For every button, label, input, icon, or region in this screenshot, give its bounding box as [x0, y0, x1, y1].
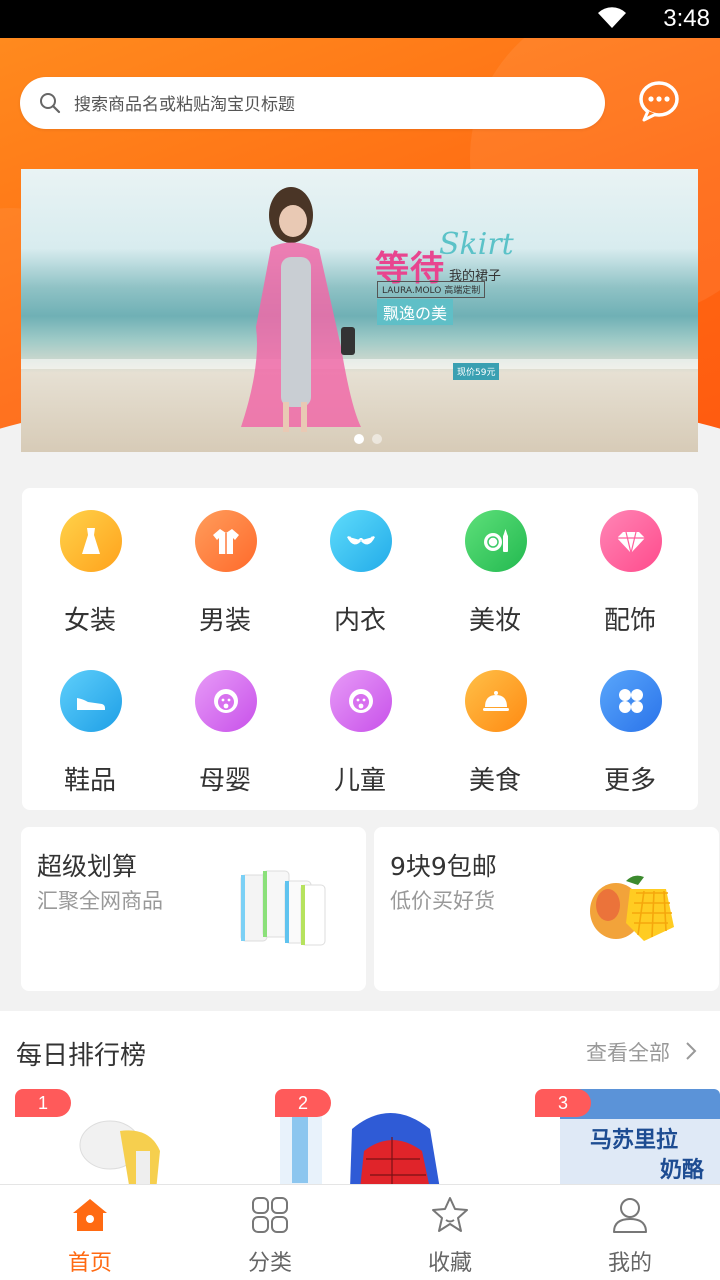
category-label: 内衣 [333, 606, 386, 636]
dress-icon [60, 510, 122, 572]
ranking-item[interactable]: 2 [260, 1089, 500, 1184]
star-icon [432, 1197, 468, 1232]
baby-icon [195, 670, 257, 732]
search-icon [40, 93, 61, 114]
tab-label: 我的 [607, 1251, 652, 1276]
category-more[interactable]: 更多 [570, 648, 690, 798]
category-mother-baby[interactable]: 母婴 [165, 648, 285, 798]
carousel-indicator [354, 429, 390, 448]
banner-model-image [241, 187, 361, 432]
carousel-dot [372, 434, 382, 444]
carousel-dot [354, 434, 364, 444]
promo-subtitle: 汇聚全网商品 [37, 889, 163, 913]
category-label: 配饰 [603, 606, 656, 636]
promo-title: 9块9包邮 [390, 852, 497, 881]
promo-title: 超级划算 [37, 852, 138, 881]
rank-badge: 3 [535, 1089, 591, 1117]
promo-card-super-deal[interactable]: 超级划算 汇聚全网商品 [21, 827, 366, 991]
category-label: 儿童 [333, 766, 386, 796]
user-icon [613, 1198, 647, 1233]
grid-more-icon [600, 670, 662, 732]
shoe-icon [60, 670, 122, 732]
banner-price: 现价59元 [453, 363, 500, 380]
category-shoes[interactable]: 鞋品 [30, 648, 150, 798]
makeup-icon [465, 510, 527, 572]
tab-label: 分类 [247, 1251, 292, 1276]
ranking-item[interactable]: 1 [0, 1089, 240, 1184]
category-label: 母婴 [198, 766, 251, 796]
status-time: 3:48 [663, 5, 710, 32]
child-icon [330, 670, 392, 732]
category-label: 美妆 [468, 606, 521, 636]
shirt-icon [195, 510, 257, 572]
category-label: 鞋品 [63, 766, 116, 796]
wifi-icon [598, 7, 626, 29]
category-label: 美食 [468, 766, 521, 796]
banner-brand: LAURA.MOLO 高端定制 [377, 281, 486, 298]
category-label: 女装 [63, 606, 116, 636]
home-icon [73, 1199, 107, 1231]
search-placeholder: 搜索商品名或粘贴淘宝贝标题 [74, 95, 295, 115]
search-bar[interactable]: 搜索商品名或粘贴淘宝贝标题 [20, 77, 605, 129]
diamond-icon [600, 510, 662, 572]
category-makeup[interactable]: 美妆 [435, 488, 555, 638]
tab-label: 首页 [67, 1251, 112, 1276]
promo-subtitle: 低价买好货 [390, 889, 495, 913]
rank-badge: 1 [15, 1089, 71, 1117]
category-accessories[interactable]: 配饰 [570, 488, 690, 638]
rank-badge: 2 [275, 1089, 331, 1117]
status-bar: 3:48 [0, 0, 720, 38]
food-cover-icon [465, 670, 527, 732]
category-women[interactable]: 女装 [30, 488, 150, 638]
tab-favorites[interactable]: 收藏 [360, 1185, 540, 1280]
category-food[interactable]: 美食 [435, 648, 555, 798]
power-bank-image [240, 870, 326, 946]
banner-tag: 飘逸の美 [377, 299, 454, 325]
category-label: 男装 [198, 606, 251, 636]
message-icon[interactable] [636, 80, 682, 122]
svg-text:马苏里拉: 马苏里拉 [590, 1127, 678, 1153]
ranking-item[interactable]: 马苏里拉 奶酪 3 [520, 1089, 720, 1184]
promo-card-9-9-free-shipping[interactable]: 9块9包邮 低价买好货 [374, 827, 719, 991]
category-children[interactable]: 儿童 [300, 648, 420, 798]
category-label: 更多 [603, 766, 656, 796]
tab-home[interactable]: 首页 [0, 1185, 180, 1280]
category-icon [252, 1197, 288, 1233]
svg-text:奶酪: 奶酪 [660, 1157, 705, 1183]
tab-mine[interactable]: 我的 [540, 1185, 720, 1280]
tab-label: 收藏 [427, 1251, 472, 1276]
category-men[interactable]: 男装 [165, 488, 285, 638]
chevron-right-icon[interactable] [684, 1041, 698, 1061]
tab-category[interactable]: 分类 [180, 1185, 360, 1280]
category-grid: 女装 男装 内衣 美妆 配饰 鞋品 母婴 儿童 美食 更多 [22, 488, 698, 810]
category-underwear[interactable]: 内衣 [300, 488, 420, 638]
bra-icon [330, 510, 392, 572]
view-all-link[interactable]: 查看全部 [586, 1037, 670, 1067]
ranking-title: 每日排行榜 [16, 1041, 147, 1071]
mango-image [590, 875, 674, 941]
banner-carousel[interactable]: 等待 Skirt 我的裙子 LAURA.MOLO 高端定制 飘逸の美 现价59元 [21, 169, 698, 452]
product-image-breast-pump [79, 1120, 160, 1184]
bottom-tab-bar: 首页 分类 收藏 我的 [0, 1184, 720, 1280]
banner-title-en: Skirt [439, 227, 514, 262]
daily-ranking-section: 每日排行榜 查看全部 1 2 马苏里拉 奶酪 3 [0, 1011, 720, 1184]
